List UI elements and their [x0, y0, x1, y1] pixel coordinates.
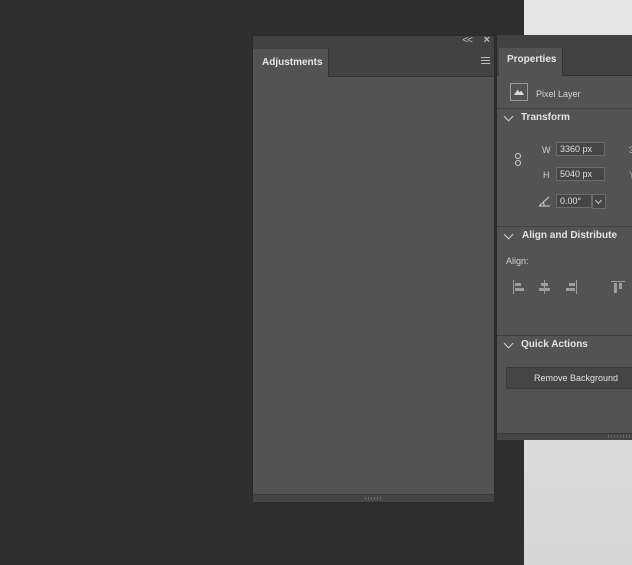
width-field[interactable]: 3360 px [556, 142, 605, 156]
tab-adjustments[interactable]: Adjustments [253, 49, 329, 77]
align-horizontal-centers-icon[interactable] [538, 280, 552, 294]
image-icon [510, 83, 528, 101]
quick-actions-section: Quick Actions Remove Background [497, 336, 632, 436]
close-icon[interactable]: × [484, 34, 490, 46]
width-value: 3360 px [560, 144, 593, 154]
layer-type-row: Pixel Layer [497, 77, 632, 109]
panel-titlebar[interactable] [497, 35, 632, 48]
align-right-edges-icon[interactable] [564, 280, 578, 294]
resize-grip-icon[interactable] [608, 435, 630, 438]
double-chevron-left-icon[interactable]: << [462, 35, 473, 46]
align-distribute-section: Align and Distribute Align: [497, 227, 632, 336]
angle-icon [538, 196, 550, 207]
angle-field[interactable]: 0.00° [556, 194, 592, 208]
chain-link-icon[interactable] [515, 153, 521, 167]
panel-resize-bar[interactable] [497, 433, 632, 440]
chevron-down-icon[interactable] [503, 229, 514, 240]
transform-header[interactable]: Transform [497, 109, 632, 129]
quick-actions-header[interactable]: Quick Actions [497, 336, 632, 356]
section-title: Align and Distribute [522, 230, 617, 241]
height-label: H [543, 170, 550, 180]
remove-background-label: Remove Background [533, 373, 619, 383]
chevron-down-icon[interactable] [592, 194, 606, 209]
section-title: Transform [521, 112, 570, 123]
layer-type-label: Pixel Layer [536, 89, 581, 99]
chevron-down-icon[interactable] [503, 338, 514, 349]
angle-value: 0.00° [560, 196, 582, 206]
hamburger-menu-icon[interactable] [481, 57, 490, 65]
panel-resize-bar[interactable] [253, 494, 494, 502]
adjustments-tab-row: Adjustments [253, 49, 494, 77]
align-top-edges-icon[interactable] [611, 280, 625, 294]
height-value: 5040 px [560, 169, 593, 179]
height-field[interactable]: 5040 px [556, 167, 605, 181]
section-title: Quick Actions [521, 339, 588, 350]
properties-tab-row: Properties [497, 48, 632, 76]
align-label: Align: [506, 256, 529, 266]
tab-properties[interactable]: Properties [499, 48, 563, 76]
panel-titlebar[interactable]: << × [253, 34, 494, 49]
remove-background-button[interactable]: Remove Background [506, 367, 632, 389]
properties-panel: Properties Pixel Layer Transform W 3360 … [496, 35, 632, 440]
align-left-edges-icon[interactable] [512, 280, 526, 294]
adjustments-panel: << × Adjustments [252, 34, 495, 503]
align-header[interactable]: Align and Distribute [497, 227, 632, 247]
chevron-down-icon[interactable] [503, 111, 514, 122]
width-label: W [542, 145, 551, 155]
tab-adjustments-label: Adjustments [262, 57, 323, 68]
transform-section: Transform W 3360 px 3 H 5040 px Y 0.00° [497, 109, 632, 227]
tab-properties-label: Properties [507, 54, 557, 65]
resize-grip-icon[interactable] [364, 497, 383, 500]
